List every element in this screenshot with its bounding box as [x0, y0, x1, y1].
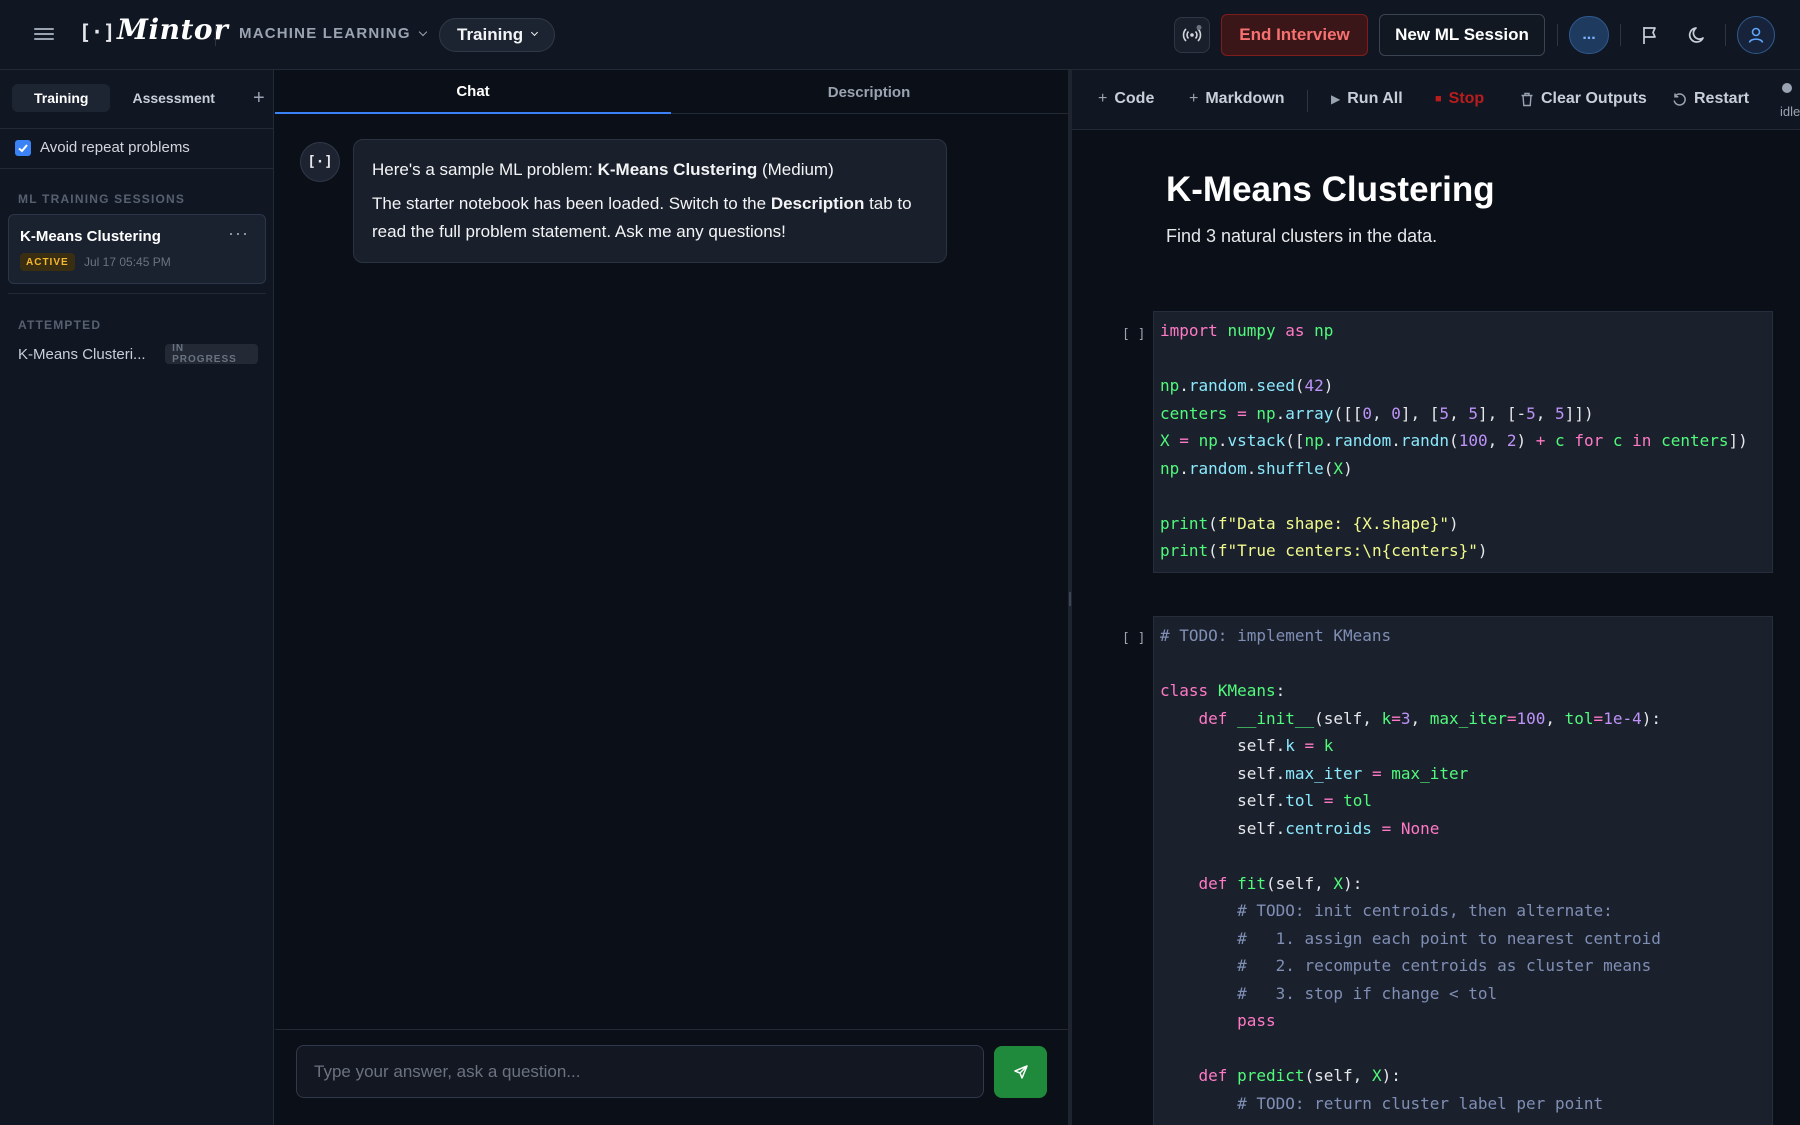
avoid-repeat-checkbox[interactable] [15, 139, 31, 156]
chat-tabs: Chat Description [275, 70, 1068, 114]
kernel-status-icon [1782, 83, 1792, 93]
plus-icon: + [1098, 90, 1108, 107]
message-paragraph: Here's a sample ML problem: K-Means Clus… [372, 156, 928, 184]
run-all-button[interactable]: ▶ Run All [1331, 90, 1403, 108]
divider [0, 128, 274, 129]
button-label: Clear Outputs [1541, 90, 1647, 107]
kernel-status: idle [1780, 104, 1800, 119]
session-timestamp: Jul 17 05:45 PM [84, 255, 171, 269]
plus-icon: + [1189, 90, 1199, 107]
attempted-item[interactable]: K-Means Clusteri... IN PROGRESS [18, 343, 258, 365]
message-text: The starter notebook has been loaded. Sw… [372, 194, 771, 213]
menu-icon[interactable] [34, 25, 54, 45]
stop-button[interactable]: ■ Stop [1435, 90, 1484, 108]
button-label: Run All [1347, 90, 1403, 107]
sidebar-tabs: Training Assessment + [12, 84, 265, 112]
send-button[interactable] [994, 1046, 1047, 1098]
notebook-toolbar: + Code + Markdown ▶ Run All ■ Stop Clear Out… [1072, 70, 1800, 130]
button-label: Stop [1448, 90, 1485, 107]
domain-label: MACHINE LEARNING [239, 25, 411, 42]
tab-description[interactable]: Description [671, 70, 1067, 114]
chevron-down-icon [531, 28, 539, 36]
trash-icon [1521, 92, 1533, 106]
divider [1307, 90, 1308, 112]
user-icon [1748, 27, 1764, 43]
sessions-section-label: ML TRAINING SESSIONS [18, 192, 186, 206]
notebook-description: Find 3 natural clusters in the data. [1166, 226, 1438, 246]
top-bar: [·] Mintor MACHINE LEARNING Training End… [0, 0, 1800, 70]
logo-mark: [·] [79, 20, 116, 44]
end-interview-button[interactable]: End Interview [1221, 14, 1368, 56]
execution-count: [ ] [1122, 631, 1146, 646]
message-text: Here's a sample ML problem: [372, 160, 598, 179]
stop-icon: ■ [1435, 93, 1442, 105]
chat-composer [275, 1029, 1068, 1125]
broadcast-button[interactable] [1174, 17, 1210, 53]
new-session-button[interactable]: New ML Session [1379, 14, 1545, 56]
add-tab-button[interactable]: + [253, 87, 265, 110]
code-source[interactable]: # TODO: implement KMeans class KMeans: d… [1160, 622, 1766, 1117]
splitter-handle[interactable] [1069, 592, 1071, 606]
divider [1557, 24, 1558, 46]
flag-icon[interactable] [1641, 25, 1659, 45]
session-card[interactable]: K-Means Clustering ··· ACTIVE Jul 17 05:… [8, 214, 266, 284]
code-cell[interactable]: # TODO: implement KMeans class KMeans: d… [1153, 616, 1773, 1125]
chevron-down-icon [418, 27, 427, 37]
status-badge: ACTIVE [20, 253, 75, 271]
chat-panel: Chat Description [·] Here's a sample ML … [275, 70, 1068, 1125]
restart-button[interactable]: Restart [1672, 90, 1749, 108]
more-button[interactable]: ... [1569, 16, 1609, 54]
button-label: Markdown [1205, 90, 1285, 107]
domain-selector[interactable]: MACHINE LEARNING [239, 25, 427, 42]
chat-input[interactable] [296, 1045, 984, 1098]
notebook-panel: + Code + Markdown ▶ Run All ■ Stop Clear Out… [1072, 70, 1800, 1125]
assistant-avatar: [·] [300, 142, 340, 182]
session-title: K-Means Clustering [20, 228, 161, 245]
divider [1725, 24, 1726, 46]
execution-count: [ ] [1122, 327, 1146, 342]
avoid-repeat-toggle[interactable]: Avoid repeat problems [15, 139, 190, 156]
sidebar: Training Assessment + Avoid repeat probl… [0, 70, 274, 1125]
description-reference: Description [770, 194, 865, 213]
divider [215, 24, 216, 46]
message-paragraph: The starter notebook has been loaded. Sw… [372, 190, 928, 246]
divider [1620, 24, 1621, 46]
button-label: Restart [1694, 90, 1750, 107]
check-icon [18, 143, 28, 152]
attempted-item-name: K-Means Clusteri... [18, 345, 146, 363]
clear-outputs-button[interactable]: Clear Outputs [1520, 90, 1647, 108]
code-cell[interactable]: import numpy as np np.random.seed(42) ce… [1153, 311, 1773, 573]
tab-training[interactable]: Training [12, 84, 111, 112]
code-source[interactable]: import numpy as np np.random.seed(42) ce… [1160, 317, 1766, 565]
message-text: (Medium) [757, 160, 834, 179]
tab-assessment[interactable]: Assessment [110, 84, 237, 112]
logo[interactable]: Mintor [117, 13, 228, 46]
send-icon [1013, 1065, 1028, 1079]
restart-icon [1673, 92, 1686, 106]
notebook-title: K-Means Clustering [1166, 170, 1495, 209]
session-more-button[interactable]: ··· [228, 223, 249, 244]
problem-name: K-Means Clustering [597, 160, 758, 179]
assistant-message: Here's a sample ML problem: K-Means Clus… [353, 139, 947, 263]
divider [8, 293, 266, 294]
play-icon: ▶ [1331, 92, 1341, 106]
moon-icon[interactable] [1688, 25, 1708, 45]
avoid-repeat-label: Avoid repeat problems [40, 139, 190, 156]
add-markdown-button[interactable]: + Markdown [1189, 90, 1284, 108]
mode-label: Training [457, 25, 524, 44]
attempted-section-label: ATTEMPTED [18, 318, 102, 332]
add-code-button[interactable]: + Code [1098, 90, 1154, 108]
user-avatar[interactable] [1737, 16, 1775, 54]
status-badge: IN PROGRESS [165, 343, 258, 365]
tab-chat[interactable]: Chat [275, 70, 671, 114]
button-label: Code [1114, 90, 1155, 107]
divider [0, 168, 274, 169]
mode-selector[interactable]: Training [439, 18, 556, 52]
broadcast-icon [1182, 25, 1202, 42]
